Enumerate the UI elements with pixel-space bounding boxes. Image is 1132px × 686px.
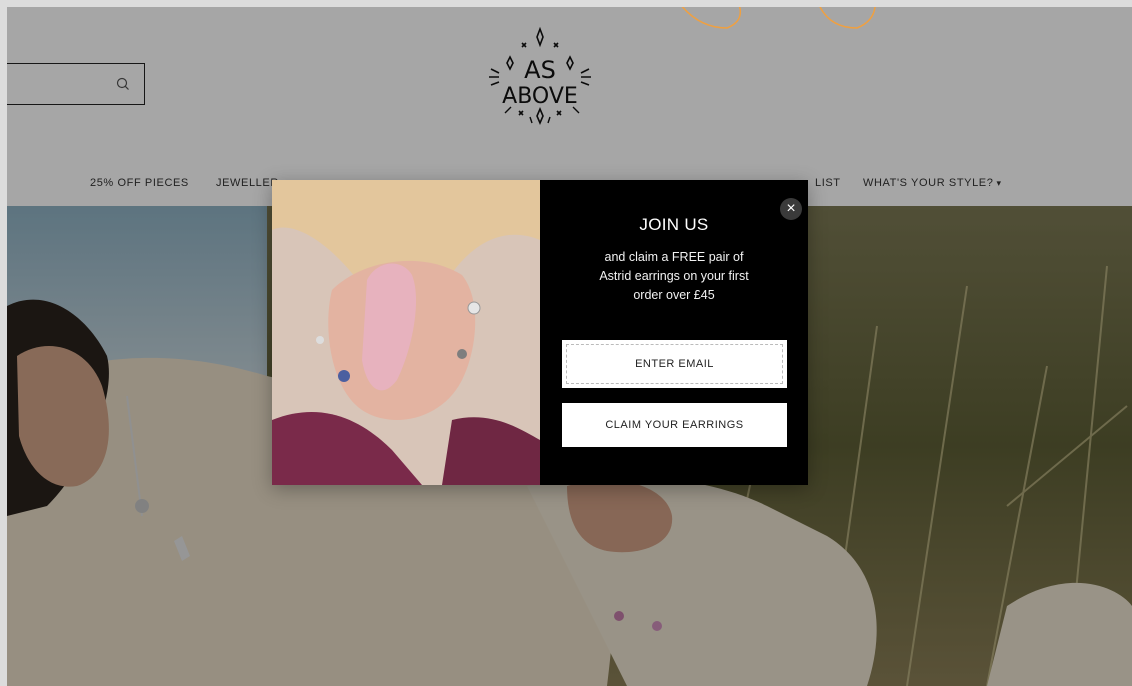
popup-image	[272, 180, 540, 485]
signup-popup: × JOIN US and claim a FREE pair of Astri…	[272, 180, 808, 485]
page: AS ABOVE 25% OFF PIECES JEWELLER LIST WH…	[7, 7, 1132, 686]
popup-description-line: Astrid earrings on your first	[599, 269, 749, 283]
decorative-arc	[681, 7, 876, 29]
claim-earrings-button[interactable]: CLAIM YOUR EARRINGS	[562, 403, 787, 447]
popup-title: JOIN US	[639, 215, 709, 234]
popup-description: and claim a FREE pair of Astrid earrings…	[574, 248, 774, 305]
email-input[interactable]	[562, 340, 787, 388]
popup-panel: × JOIN US and claim a FREE pair of Astri…	[540, 180, 808, 485]
popup-description-line: order over £45	[633, 288, 715, 302]
popup-description-line: and claim a FREE pair of	[604, 250, 744, 264]
